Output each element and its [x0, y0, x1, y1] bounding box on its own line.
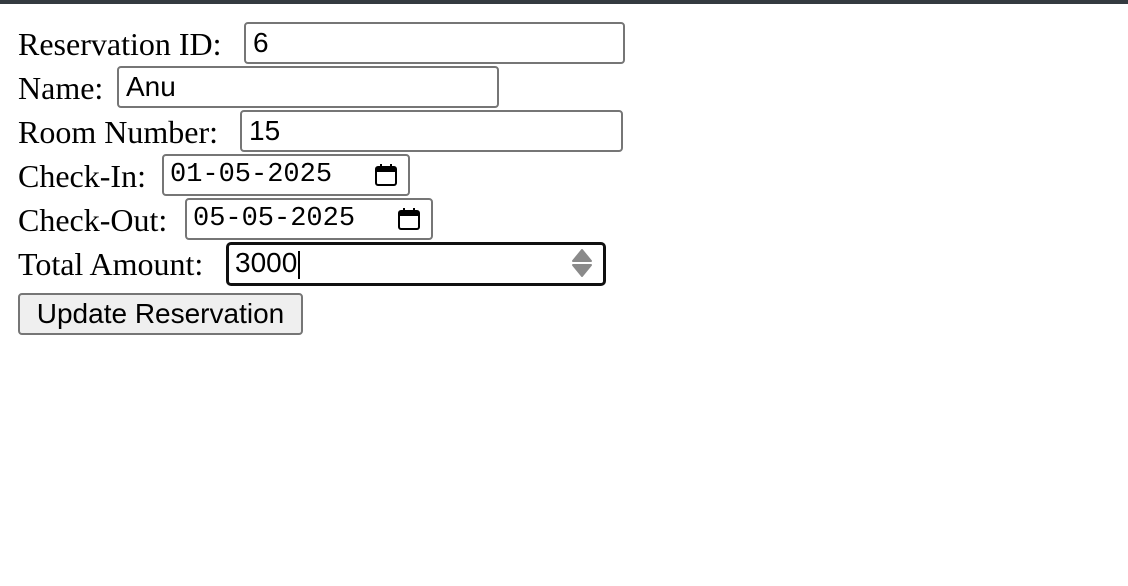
reservation-id-value: 6: [253, 27, 269, 58]
check-in-label: Check-In:: [18, 158, 146, 194]
check-in-input[interactable]: 01-05-2025: [162, 154, 410, 196]
room-number-value: 15: [249, 115, 281, 146]
total-amount-value: 3000: [235, 247, 298, 278]
check-in-value: 01-05-2025: [170, 160, 333, 190]
total-amount-label: Total Amount:: [18, 246, 204, 282]
update-reservation-button[interactable]: Update Reservation: [18, 293, 303, 335]
calendar-icon[interactable]: [374, 163, 398, 187]
text-caret: [298, 250, 301, 279]
check-out-input[interactable]: 05-05-2025: [185, 198, 433, 240]
spinner-icon[interactable]: [571, 248, 593, 278]
check-out-value: 05-05-2025: [193, 204, 356, 234]
name-label: Name:: [18, 70, 104, 106]
calendar-icon[interactable]: [397, 207, 421, 231]
name-input[interactable]: Anu: [117, 66, 499, 108]
room-number-input[interactable]: 15: [240, 110, 623, 152]
check-out-label: Check-Out:: [18, 202, 168, 238]
reservation-id-input[interactable]: 6: [244, 22, 625, 64]
name-value: Anu: [126, 71, 176, 102]
room-number-label: Room Number:: [18, 114, 218, 150]
top-bar: [0, 0, 1128, 4]
total-amount-input[interactable]: 3000: [226, 242, 606, 286]
reservation-id-label: Reservation ID:: [18, 26, 222, 62]
